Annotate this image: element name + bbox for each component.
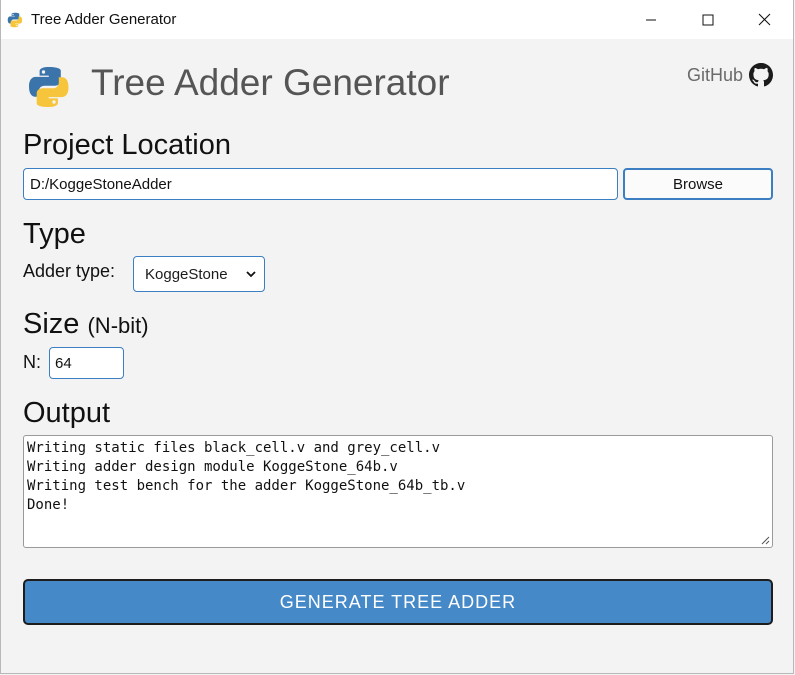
output-line: Writing test bench for the adder KoggeSt… <box>27 478 466 494</box>
window-title: Tree Adder Generator <box>31 11 177 28</box>
maximize-button[interactable] <box>679 0 736 39</box>
window-controls <box>622 0 793 39</box>
output-textarea[interactable]: Writing static files black_cell.v and gr… <box>23 435 773 548</box>
python-logo-icon <box>27 65 71 109</box>
app-title: Tree Adder Generator <box>91 62 450 103</box>
size-heading: Size (N-bit) <box>23 308 149 341</box>
output-line: Writing adder design module KoggeStone_6… <box>27 459 398 475</box>
maximize-icon <box>702 14 713 25</box>
app-window: Tree Adder Generator Tree Adder Generato… <box>0 0 794 674</box>
n-bit-input[interactable] <box>49 347 124 379</box>
close-icon <box>758 13 771 26</box>
github-label: GitHub <box>686 64 743 85</box>
title-bar[interactable]: Tree Adder Generator <box>1 0 793 39</box>
browse-button[interactable]: Browse <box>623 168 773 200</box>
project-location-heading: Project Location <box>23 129 231 161</box>
size-subheading: (N-bit) <box>87 313 149 338</box>
resize-handle-icon[interactable] <box>760 535 770 545</box>
python-logo-icon <box>7 12 23 28</box>
output-line: Done! <box>27 497 70 513</box>
type-heading: Type <box>23 218 86 250</box>
project-path-input[interactable] <box>23 168 618 200</box>
chevron-down-icon <box>246 271 256 278</box>
generate-tree-adder-button[interactable]: GENERATE TREE ADDER <box>23 579 773 625</box>
adder-type-selected: KoggeStone <box>145 265 228 283</box>
minimize-icon <box>645 19 656 20</box>
n-label: N: <box>23 352 41 372</box>
adder-type-select[interactable]: KoggeStone <box>133 256 265 292</box>
adder-type-label: Adder type: <box>23 261 116 281</box>
output-heading: Output <box>23 397 111 429</box>
minimize-button[interactable] <box>622 0 679 39</box>
output-line: Writing static files black_cell.v and gr… <box>27 440 441 456</box>
size-heading-text: Size <box>23 308 80 340</box>
app-header: Tree Adder Generator <box>27 62 450 109</box>
close-button[interactable] <box>736 0 793 39</box>
github-icon <box>749 63 773 87</box>
github-link[interactable]: GitHub <box>687 63 773 87</box>
